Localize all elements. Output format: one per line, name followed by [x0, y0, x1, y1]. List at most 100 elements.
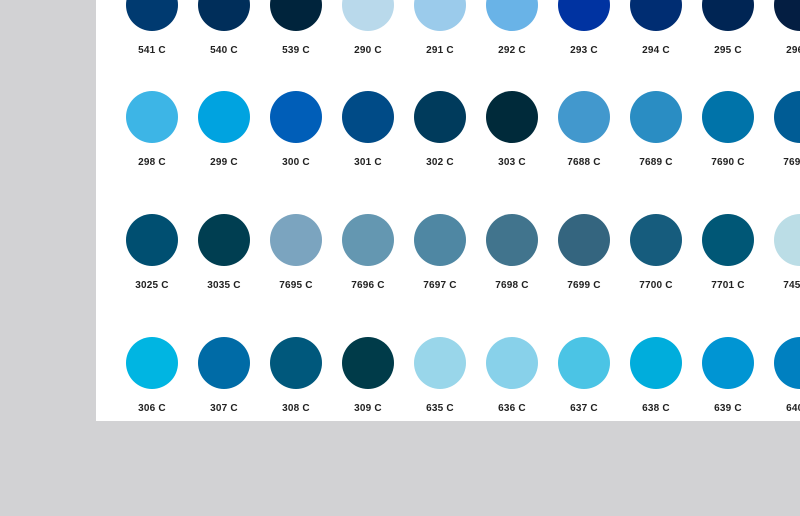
- swatch-label: 290 C: [354, 45, 382, 56]
- color-swatch: 293 C: [548, 0, 620, 56]
- color-swatch: 303 C: [476, 91, 548, 168]
- color-swatch: 3035 C: [188, 214, 260, 291]
- swatch-label: 292 C: [498, 45, 526, 56]
- swatch-label: 635 C: [426, 403, 454, 414]
- color-swatch: 7700 C: [620, 214, 692, 291]
- swatch-label: 541 C: [138, 45, 166, 56]
- swatch-label: 638 C: [642, 403, 670, 414]
- swatch-circle: [558, 337, 610, 389]
- swatch-label: 299 C: [210, 157, 238, 168]
- swatch-label: 636 C: [498, 403, 526, 414]
- swatch-circle: [774, 214, 800, 266]
- swatch-label: 7698 C: [495, 280, 529, 291]
- color-swatch: 7695 C: [260, 214, 332, 291]
- swatch-label: 7701 C: [711, 280, 745, 291]
- swatch-label: 7691 C: [783, 157, 800, 168]
- swatch-circle: [198, 337, 250, 389]
- swatch-circle: [126, 0, 178, 31]
- color-swatch: 292 C: [476, 0, 548, 56]
- color-chart-sheet: 541 C 540 C 539 C 290 C 291 C 292 C 293 C 294 C…: [96, 0, 800, 421]
- color-swatch: 541 C: [116, 0, 188, 56]
- color-swatch: 7698 C: [476, 214, 548, 291]
- swatch-circle: [558, 214, 610, 266]
- color-swatch: 308 C: [260, 337, 332, 414]
- swatch-label: 295 C: [714, 45, 742, 56]
- color-swatch: 307 C: [188, 337, 260, 414]
- swatch-label: 540 C: [210, 45, 238, 56]
- color-swatch: 7691 C: [764, 91, 800, 168]
- swatch-circle: [486, 91, 538, 143]
- swatch-label: 301 C: [354, 157, 382, 168]
- swatch-label: 7697 C: [423, 280, 457, 291]
- color-swatch: 7696 C: [332, 214, 404, 291]
- swatch-label: 298 C: [138, 157, 166, 168]
- swatch-label: 303 C: [498, 157, 526, 168]
- swatch-label: 7695 C: [279, 280, 313, 291]
- color-swatch: 294 C: [620, 0, 692, 56]
- color-swatch: 639 C: [692, 337, 764, 414]
- color-swatch: 640 C: [764, 337, 800, 414]
- swatch-circle: [630, 0, 682, 31]
- color-swatch: 635 C: [404, 337, 476, 414]
- swatch-circle: [486, 337, 538, 389]
- swatch-label: 309 C: [354, 403, 382, 414]
- color-swatch: 298 C: [116, 91, 188, 168]
- color-swatch: 3025 C: [116, 214, 188, 291]
- swatch-circle: [774, 0, 800, 31]
- color-swatch: 306 C: [116, 337, 188, 414]
- swatch-circle: [702, 337, 754, 389]
- color-swatch: 7690 C: [692, 91, 764, 168]
- swatch-circle: [414, 91, 466, 143]
- swatch-label: 7688 C: [567, 157, 601, 168]
- color-swatch: 295 C: [692, 0, 764, 56]
- swatch-circle: [414, 337, 466, 389]
- color-swatch: 290 C: [332, 0, 404, 56]
- swatch-circle: [774, 91, 800, 143]
- swatch-circle: [414, 214, 466, 266]
- swatch-circle: [270, 0, 322, 31]
- swatch-circle: [198, 214, 250, 266]
- swatch-label: 637 C: [570, 403, 598, 414]
- swatch-circle: [198, 0, 250, 31]
- swatch-circle: [630, 337, 682, 389]
- swatch-circle: [270, 214, 322, 266]
- swatch-label: 7457 C: [783, 280, 800, 291]
- swatch-label: 7700 C: [639, 280, 673, 291]
- swatch-label: 640 C: [786, 403, 800, 414]
- color-swatch: 7689 C: [620, 91, 692, 168]
- swatch-label: 3035 C: [207, 280, 241, 291]
- color-swatch: 636 C: [476, 337, 548, 414]
- swatch-label: 7690 C: [711, 157, 745, 168]
- color-swatch: 302 C: [404, 91, 476, 168]
- swatch-circle: [126, 91, 178, 143]
- color-swatch: 7697 C: [404, 214, 476, 291]
- swatch-label: 307 C: [210, 403, 238, 414]
- color-swatch: 291 C: [404, 0, 476, 56]
- color-swatch: 7688 C: [548, 91, 620, 168]
- swatch-circle: [630, 214, 682, 266]
- swatch-circle: [342, 214, 394, 266]
- swatch-label: 306 C: [138, 403, 166, 414]
- swatch-label: 300 C: [282, 157, 310, 168]
- swatch-label: 293 C: [570, 45, 598, 56]
- color-swatch: 7701 C: [692, 214, 764, 291]
- swatch-circle: [198, 91, 250, 143]
- swatch-label: 7699 C: [567, 280, 601, 291]
- color-swatch: 540 C: [188, 0, 260, 56]
- swatch-label: 296 C: [786, 45, 800, 56]
- swatch-circle: [126, 214, 178, 266]
- color-swatch: 309 C: [332, 337, 404, 414]
- swatch-circle: [630, 91, 682, 143]
- swatch-label: 7689 C: [639, 157, 673, 168]
- swatch-label: 539 C: [282, 45, 310, 56]
- swatch-circle: [702, 214, 754, 266]
- color-swatch: 637 C: [548, 337, 620, 414]
- swatch-circle: [414, 0, 466, 31]
- color-swatch: 7699 C: [548, 214, 620, 291]
- viewport: 541 C 540 C 539 C 290 C 291 C 292 C 293 C 294 C…: [0, 0, 800, 516]
- swatch-circle: [342, 337, 394, 389]
- color-swatch: 300 C: [260, 91, 332, 168]
- swatch-circle: [270, 91, 322, 143]
- swatch-circle: [774, 337, 800, 389]
- swatch-label: 639 C: [714, 403, 742, 414]
